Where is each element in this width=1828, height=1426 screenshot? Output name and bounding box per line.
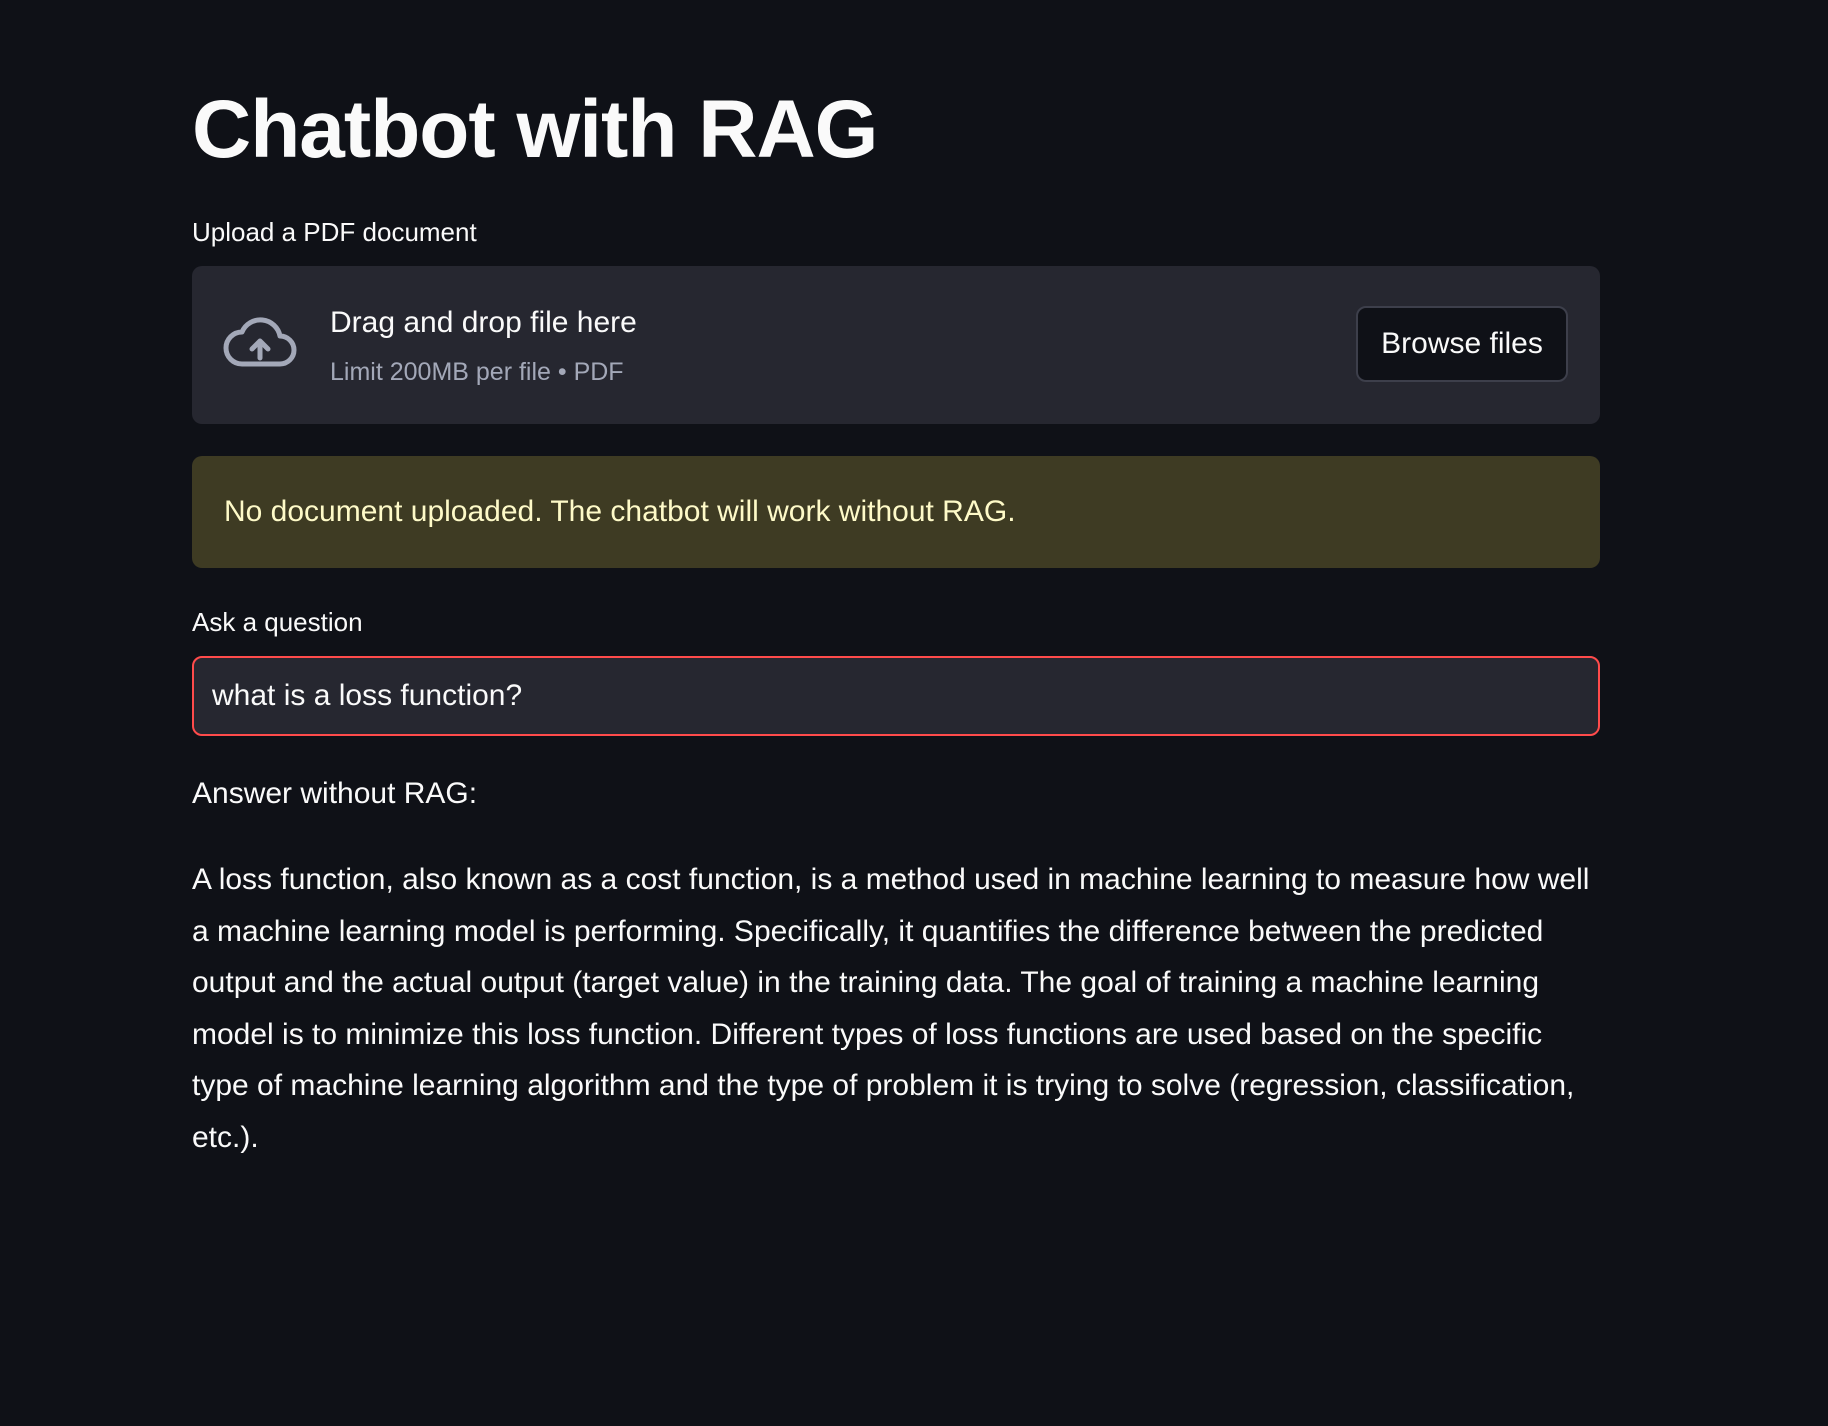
answer-text: A loss function, also known as a cost fu… (192, 863, 1590, 1154)
upload-label: Upload a PDF document (192, 217, 477, 247)
warning-text: No document uploaded. The chatbot will w… (224, 495, 1016, 528)
question-label: Ask a question (192, 607, 363, 637)
cloud-upload-icon (222, 314, 298, 374)
question-input[interactable] (192, 656, 1600, 736)
browse-files-button[interactable]: Browse files (1356, 306, 1568, 382)
file-uploader-dropzone[interactable]: Drag and drop file here Limit 200MB per … (192, 266, 1600, 424)
dropzone-limit-text: Limit 200MB per file • PDF (330, 358, 624, 386)
dropzone-instructions: Drag and drop file here (330, 306, 637, 339)
warning-alert: No document uploaded. The chatbot will w… (192, 456, 1600, 568)
page-title: Chatbot with RAG (192, 84, 878, 175)
answer-heading: Answer without RAG: (192, 777, 478, 810)
